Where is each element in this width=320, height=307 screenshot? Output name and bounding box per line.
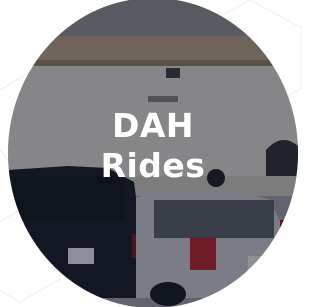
title-line-2: Rides (100, 146, 206, 185)
card-title: DAH Rides (8, 106, 298, 186)
ride-photo-circle[interactable]: DAH Rides (8, 0, 298, 307)
page: DAH Rides (0, 0, 302, 307)
title-line-1: DAH (111, 106, 195, 145)
